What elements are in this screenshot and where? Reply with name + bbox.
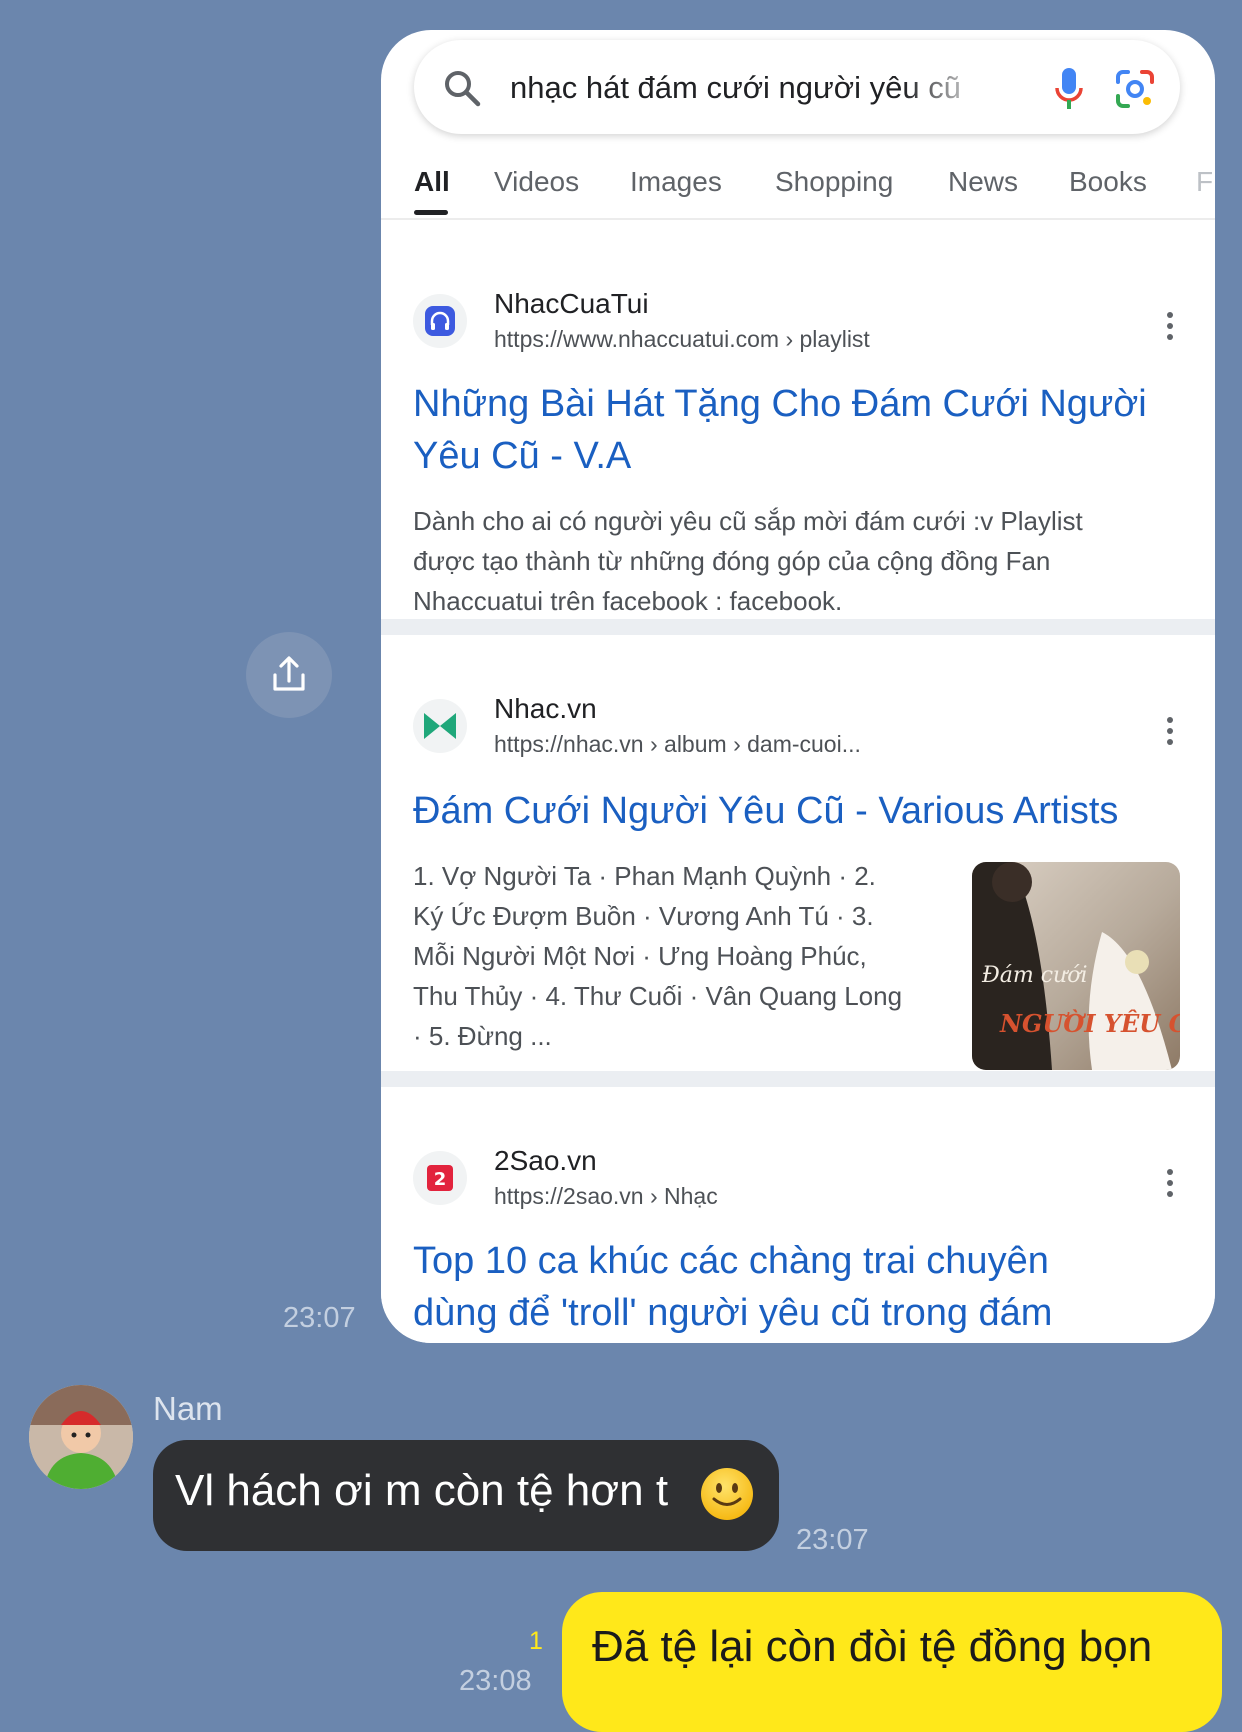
- result-site-name: 2Sao.vn: [494, 1145, 597, 1176]
- message-text: Đã tệ lại còn đòi tệ đồng bọn: [592, 1622, 1153, 1671]
- tab-shopping[interactable]: Shopping: [775, 166, 893, 198]
- result-url: https://2sao.vn › Nhạc: [494, 1183, 718, 1209]
- result-title[interactable]: Đám Cưới Người Yêu Cũ - Various Artists: [413, 785, 1203, 837]
- result-title[interactable]: Những Bài Hát Tặng Cho Đám Cưới Người Yê…: [413, 378, 1173, 482]
- message-text: Vl hách ơi m còn tệ hơn t: [175, 1466, 669, 1515]
- thumbnail-caption: Đám cưới: [981, 963, 1088, 988]
- result-snippet: 1. Vợ Người Ta · Phan Mạnh Quỳnh · 2. Ký…: [413, 861, 903, 1051]
- microphone-icon[interactable]: [1054, 66, 1084, 112]
- tab-videos[interactable]: Videos: [494, 166, 579, 198]
- nhacvn-favicon: [413, 699, 467, 753]
- more-options-icon[interactable]: [1164, 1169, 1176, 1205]
- incoming-message[interactable]: Vl hách ơi m còn tệ hơn t: [153, 1440, 779, 1551]
- 2sao-favicon: 2: [413, 1151, 467, 1205]
- tab-partial[interactable]: F: [1196, 166, 1213, 198]
- search-result[interactable]: 2 2Sao.vn https://2sao.vn › Nhạc Top 10 …: [381, 1087, 1215, 1343]
- search-icon: [445, 71, 481, 107]
- tab-images[interactable]: Images: [630, 166, 722, 198]
- album-thumbnail[interactable]: Đám cưới NGƯỜI YÊU CŨ: [972, 862, 1180, 1070]
- result-url: https://nhac.vn › album › dam-cuoi...: [494, 731, 861, 757]
- headphones-icon: [425, 306, 455, 336]
- outgoing-message[interactable]: Đã tệ lại còn đòi tệ đồng bọn: [562, 1592, 1222, 1732]
- result-snippet: Dành cho ai có người yêu cũ sắp mời đám …: [413, 506, 1083, 616]
- message-timestamp: 23:07: [283, 1302, 356, 1334]
- bowtie-icon: [424, 713, 456, 739]
- result-url: https://www.nhaccuatui.com › playlist: [494, 326, 870, 352]
- result-divider: [381, 1071, 1215, 1087]
- nhaccuatui-favicon: [413, 294, 467, 348]
- result-title[interactable]: Top 10 ca khúc các chàng trai chuyên dùn…: [413, 1235, 1133, 1343]
- sender-name: Nam: [153, 1390, 223, 1427]
- google-lens-icon[interactable]: [1114, 68, 1156, 110]
- search-tabs: All Videos Images Shopping News Books F: [381, 158, 1215, 220]
- tab-books[interactable]: Books: [1069, 166, 1147, 198]
- message-timestamp: 23:08: [459, 1665, 532, 1697]
- result-site-name: NhacCuaTui: [494, 288, 649, 319]
- tab-all[interactable]: All: [414, 166, 450, 198]
- result-site-name: Nhac.vn: [494, 693, 597, 724]
- share-icon: [273, 656, 305, 691]
- message-timestamp: 23:07: [796, 1524, 869, 1556]
- shared-screenshot[interactable]: nhạc hát đám cưới người yêu cũ All Video…: [381, 30, 1215, 1343]
- result-divider: [381, 619, 1215, 635]
- share-button[interactable]: [246, 632, 332, 718]
- 2sao-logo-icon: 2: [427, 1165, 453, 1191]
- svg-text:2: 2: [434, 1169, 447, 1190]
- tab-news[interactable]: News: [948, 166, 1018, 198]
- smiling-face-emoji-icon: [701, 1468, 753, 1520]
- search-result[interactable]: NhacCuaTui https://www.nhaccuatui.com › …: [381, 226, 1215, 619]
- search-bar[interactable]: nhạc hát đám cưới người yêu cũ: [414, 40, 1180, 134]
- more-options-icon[interactable]: [1164, 717, 1176, 753]
- thumbnail-caption: NGƯỜI YÊU CŨ: [999, 1009, 1180, 1038]
- avatar[interactable]: [29, 1385, 133, 1489]
- search-query[interactable]: nhạc hát đám cưới người yêu cũ: [510, 70, 990, 110]
- read-count: 1: [529, 1627, 543, 1655]
- active-tab-indicator: [414, 210, 448, 215]
- search-result[interactable]: Nhac.vn https://nhac.vn › album › dam-cu…: [381, 635, 1215, 1071]
- more-options-icon[interactable]: [1164, 312, 1176, 348]
